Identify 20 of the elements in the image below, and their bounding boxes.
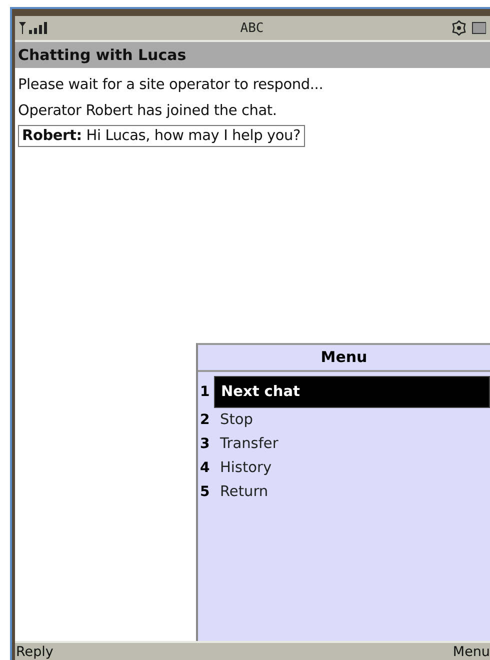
screen-title: Chatting with Lucas — [15, 42, 490, 68]
menu-item[interactable]: Stop — [214, 408, 490, 432]
reply-softkey[interactable]: Reply — [16, 644, 54, 660]
menu-item[interactable]: History — [214, 456, 490, 480]
menu-softkey[interactable]: Menu — [452, 644, 490, 660]
item-number: 2 — [199, 412, 211, 428]
battery-icon — [472, 22, 486, 34]
chat-notice: Please wait for a site operator to respond... — [18, 76, 324, 95]
item-number: 4 — [199, 460, 211, 476]
item-number: 5 — [199, 484, 211, 500]
gear-icon — [451, 20, 467, 36]
menu-item[interactable]: Return — [214, 480, 490, 504]
chat-message: Robert: Hi Lucas, how may I help you? — [18, 125, 305, 147]
menu-title: Menu — [198, 345, 490, 372]
item-number: 1 — [199, 384, 211, 400]
menu-item[interactable]: Next chat — [214, 376, 490, 408]
chat-notice: Operator Robert has joined the chat. — [18, 102, 277, 121]
menu-item[interactable]: Transfer — [214, 432, 490, 456]
input-mode: ABC — [239, 20, 265, 36]
item-number: 3 — [199, 436, 211, 452]
